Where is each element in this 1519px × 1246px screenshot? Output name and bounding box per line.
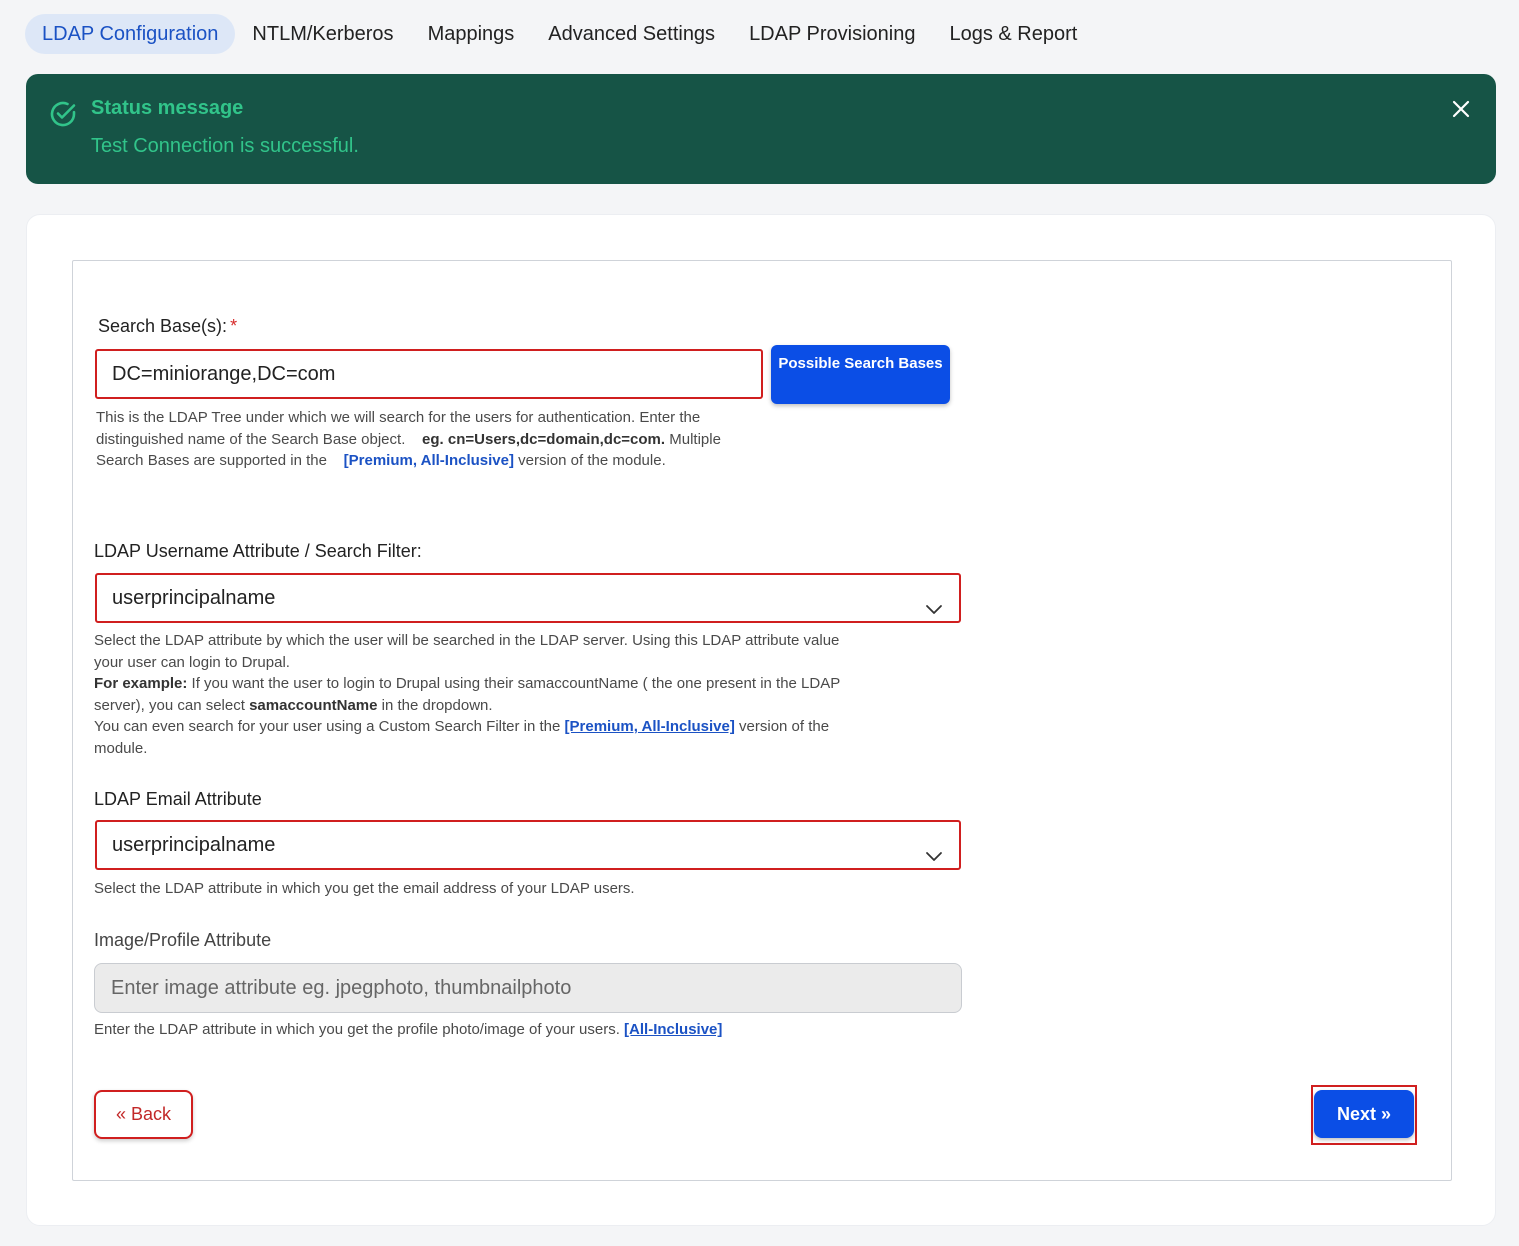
status-text: Test Connection is successful. bbox=[91, 135, 359, 157]
tab-bar: LDAP Configuration NTLM/Kerberos Mapping… bbox=[25, 14, 1094, 54]
tab-ntlm-kerberos[interactable]: NTLM/Kerberos bbox=[235, 14, 410, 54]
username-attribute-help: Select the LDAP attribute by which the u… bbox=[94, 630, 854, 759]
tab-logs-report[interactable]: Logs & Report bbox=[932, 14, 1094, 54]
search-base-input[interactable]: DC=miniorange,DC=com bbox=[95, 349, 763, 399]
image-attribute-help: Enter the LDAP attribute in which you ge… bbox=[94, 1019, 994, 1041]
image-attribute-input[interactable]: Enter image attribute eg. jpegphoto, thu… bbox=[94, 963, 962, 1013]
email-attribute-value: userprincipalname bbox=[112, 834, 276, 856]
status-title: Status message bbox=[91, 97, 244, 119]
next-button-highlight: Next » bbox=[1311, 1085, 1417, 1145]
close-icon[interactable] bbox=[1450, 98, 1472, 120]
chevron-down-icon bbox=[925, 589, 943, 621]
premium-link[interactable]: [Premium, All-Inclusive] bbox=[565, 718, 735, 735]
email-attribute-select[interactable]: userprincipalname bbox=[95, 820, 961, 870]
tab-ldap-configuration[interactable]: LDAP Configuration bbox=[25, 14, 236, 54]
all-inclusive-link[interactable]: [All-Inclusive] bbox=[624, 1021, 722, 1038]
status-message-banner: Status message Test Connection is succes… bbox=[26, 74, 1496, 184]
username-attribute-label: LDAP Username Attribute / Search Filter: bbox=[94, 541, 422, 561]
back-button[interactable]: « Back bbox=[94, 1090, 193, 1139]
tab-ldap-provisioning[interactable]: LDAP Provisioning bbox=[732, 14, 932, 54]
search-base-help: This is the LDAP Tree under which we wil… bbox=[96, 407, 766, 472]
image-attribute-label: Image/Profile Attribute bbox=[94, 930, 272, 950]
username-attribute-value: userprincipalname bbox=[112, 587, 276, 609]
check-circle-icon bbox=[48, 99, 78, 134]
next-button[interactable]: Next » bbox=[1314, 1090, 1414, 1138]
required-mark: * bbox=[230, 316, 238, 336]
username-help-text-3: in the dropdown. bbox=[381, 696, 493, 714]
search-base-example: eg. cn=Users,dc=domain,dc=com. bbox=[422, 430, 666, 448]
username-attribute-select[interactable]: userprincipalname bbox=[95, 573, 961, 623]
image-help-text: Enter the LDAP attribute in which you ge… bbox=[94, 1021, 620, 1038]
username-help-text-4: You can even search for your user using … bbox=[94, 718, 561, 735]
search-base-label-text: Search Base(s): bbox=[98, 316, 228, 336]
search-base-help-text-3: version of the module. bbox=[518, 452, 666, 469]
email-attribute-label: LDAP Email Attribute bbox=[94, 789, 262, 809]
tab-mappings[interactable]: Mappings bbox=[411, 14, 532, 54]
samaccountname-bold: samaccountName bbox=[249, 696, 378, 714]
tab-advanced-settings[interactable]: Advanced Settings bbox=[531, 14, 732, 54]
possible-search-bases-button[interactable]: Possible Search Bases bbox=[771, 345, 950, 404]
search-base-label: Search Base(s): * bbox=[98, 316, 237, 337]
config-form: Search Base(s): * DC=miniorange,DC=com Po… bbox=[72, 260, 1452, 1181]
email-attribute-help: Select the LDAP attribute in which you g… bbox=[94, 880, 635, 897]
for-example-label: For example: bbox=[94, 675, 188, 692]
chevron-down-icon bbox=[925, 836, 943, 868]
config-card: Search Base(s): * DC=miniorange,DC=com Po… bbox=[26, 214, 1496, 1226]
username-help-text: Select the LDAP attribute by which the u… bbox=[94, 632, 840, 671]
premium-link[interactable]: [Premium, All-Inclusive] bbox=[344, 452, 514, 469]
